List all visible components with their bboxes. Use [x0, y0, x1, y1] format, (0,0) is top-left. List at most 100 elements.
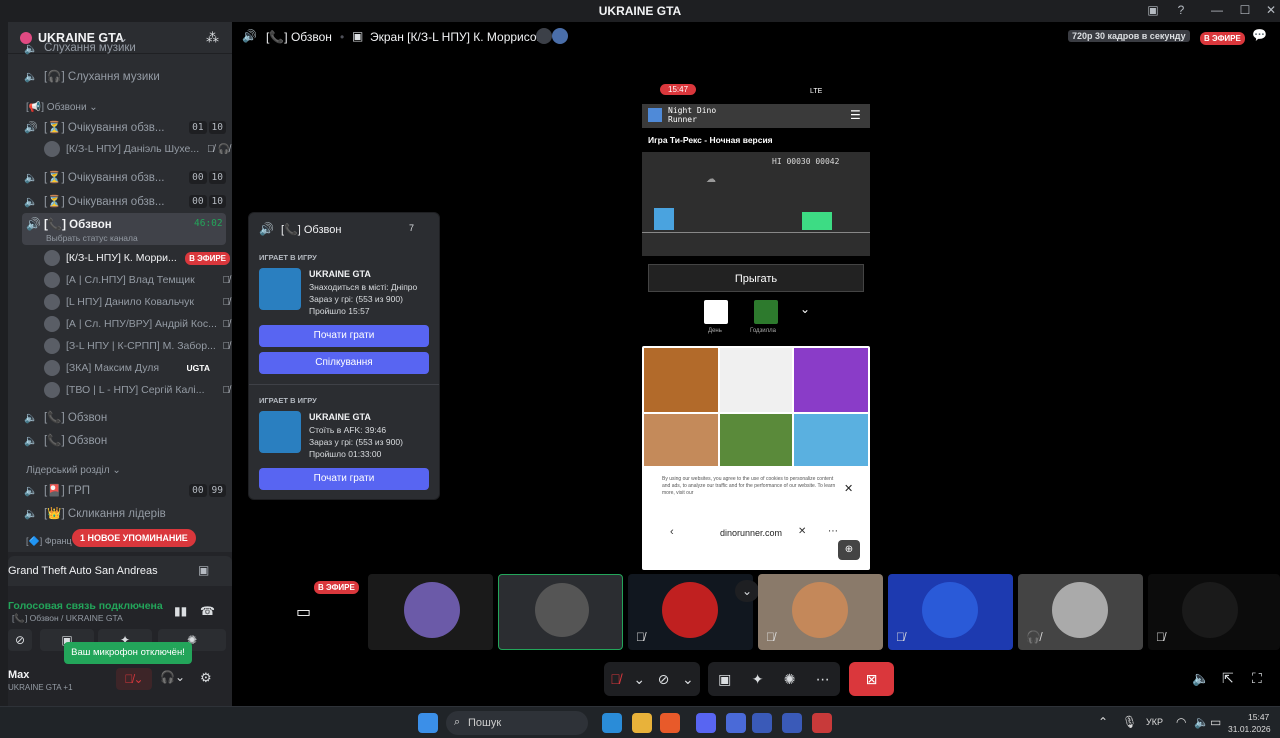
- channel-obzvon-2[interactable]: 🔈 [📞] Обзвон: [22, 406, 226, 428]
- channel-status[interactable]: Выбрать статус канала: [46, 233, 138, 243]
- play-button[interactable]: Почати грати: [259, 325, 429, 347]
- participant-tile[interactable]: 🎙̸: [758, 574, 883, 650]
- settings-icon[interactable]: ⚙: [200, 670, 212, 686]
- topbar-screen[interactable]: Экран [К/З-L НПУ] К. Моррисон: [370, 30, 543, 44]
- channel-obzvon-3[interactable]: 🔈 [📞] Обзвон: [22, 429, 226, 451]
- camera-off-button[interactable]: ⊘: [8, 629, 32, 651]
- folder-icon[interactable]: [632, 713, 652, 733]
- chat-icon[interactable]: 💬: [1252, 28, 1267, 42]
- jump-button[interactable]: Прыгать: [648, 264, 864, 292]
- clock[interactable]: 15:47: [1248, 712, 1269, 722]
- screen-share-button[interactable]: ▣: [718, 671, 731, 688]
- inbox-icon[interactable]: ▣: [1144, 3, 1162, 19]
- more-button[interactable]: ⋯: [816, 671, 830, 688]
- stop-stream-button[interactable]: ⊠: [849, 662, 894, 696]
- new-mention-pill[interactable]: 1 НОВОЕ УПОМИНАНИЕ: [72, 529, 196, 547]
- participant-tile[interactable]: 🎙̸: [628, 574, 753, 650]
- channel-waiting-3[interactable]: 🔈 [⏳] Очікування обзв... 00 10: [22, 190, 226, 212]
- close-tab-icon[interactable]: ✕: [798, 526, 806, 537]
- participant-tile[interactable]: 🎙̸: [888, 574, 1013, 650]
- category-leader[interactable]: Лідерський розділ ⌄: [26, 465, 121, 476]
- mic-toggle-button[interactable]: 🎙̸⌄: [116, 668, 152, 690]
- channel-cut-top[interactable]: 🔈 Слухання музики: [22, 42, 226, 55]
- participant-tile[interactable]: 🎙̸: [1148, 574, 1280, 650]
- voice-status[interactable]: Голосовая связь подключена: [8, 600, 163, 612]
- maximize-button[interactable]: ☐: [1236, 3, 1254, 19]
- game-thumb[interactable]: [644, 348, 718, 412]
- start-icon[interactable]: [418, 713, 438, 733]
- disconnect-icon[interactable]: ☎: [200, 604, 215, 618]
- voice-member[interactable]: [А | Сл. НПУ/ВРУ] Андрій Кос... 🎙̸: [44, 313, 230, 335]
- server-rail[interactable]: [0, 22, 8, 706]
- game-thumb[interactable]: [794, 414, 868, 466]
- search-box[interactable]: ⌕ Пошук: [446, 711, 588, 735]
- channel-leaders[interactable]: 🔈 [👑] Скликання лідерів: [22, 502, 226, 524]
- app-icon[interactable]: [752, 713, 772, 733]
- date[interactable]: 31.01.2026: [1228, 724, 1271, 734]
- chevron-down-icon[interactable]: ⌄: [682, 671, 694, 688]
- wifi-icon[interactable]: ◠: [1176, 715, 1186, 729]
- channel-music[interactable]: 🔈 [🎧] Слухання музики: [22, 65, 226, 87]
- discord-icon[interactable]: [726, 713, 746, 733]
- soundboard-button[interactable]: ✺: [784, 671, 796, 688]
- zoom-icon[interactable]: ⊕: [838, 540, 860, 560]
- username[interactable]: Max: [8, 669, 29, 681]
- signal-icon[interactable]: ▮▮: [174, 604, 187, 618]
- discord-icon[interactable]: [696, 713, 716, 733]
- battery-icon[interactable]: ▭: [1210, 715, 1221, 729]
- mic-icon[interactable]: 🎙: [1122, 715, 1137, 729]
- more-icon[interactable]: ⋯: [828, 526, 838, 537]
- fullscreen-icon[interactable]: ⛶: [1252, 670, 1262, 687]
- channel-waiting-1[interactable]: 🔊 [⏳] Очікування обзв... 01 10: [22, 116, 226, 138]
- close-button[interactable]: ✕: [1262, 3, 1280, 19]
- voice-member[interactable]: [L НПУ] Данило Ковальчук 🎙̸: [44, 291, 230, 313]
- close-icon[interactable]: ✕: [844, 482, 853, 495]
- mic-off-button[interactable]: 🎙̸: [610, 671, 621, 687]
- channel-active[interactable]: 🔊 [📞] Обзвон 46:02 Выбрать статус канала: [22, 213, 226, 245]
- channel-waiting-2[interactable]: 🔈 [⏳] Очікування обзв... 00 10: [22, 166, 226, 188]
- game-thumb[interactable]: [720, 348, 792, 412]
- participant-tile[interactable]: В ЭФИРЕ ▭: [240, 574, 365, 650]
- voice-member[interactable]: [ЗКА] Максим Дуля UGTA: [44, 357, 230, 379]
- chevron-down-icon[interactable]: ⌄: [633, 671, 645, 688]
- activities-button[interactable]: ✦: [752, 671, 764, 688]
- tray-chevron-icon[interactable]: ⌃: [1098, 715, 1108, 729]
- play-button[interactable]: Почати грати: [259, 468, 429, 490]
- app-icon[interactable]: [782, 713, 802, 733]
- channel-grp[interactable]: 🔈 [🎴] ГРП 00 99: [22, 479, 226, 501]
- edge-icon[interactable]: [602, 713, 622, 733]
- voice-user[interactable]: [К/З-L НПУ] Даніэль Шухе... 🎙̸ 🎧̸: [44, 138, 230, 160]
- voice-member[interactable]: [А | Сл.НПУ] Влад Темщик 🎙̸: [44, 269, 230, 291]
- game-canvas[interactable]: HI 00030 00042 ☁: [642, 152, 870, 256]
- camera-off-button[interactable]: ⊘: [658, 671, 670, 688]
- stream-icon[interactable]: ▣: [198, 563, 209, 577]
- back-icon[interactable]: ‹: [670, 526, 674, 538]
- voice-channel-link[interactable]: [📞] Обзвон / UKRAINE GTA: [12, 613, 123, 624]
- volume-icon[interactable]: 🔈: [1194, 715, 1209, 729]
- popout-icon[interactable]: ⇱: [1222, 670, 1234, 687]
- minimize-button[interactable]: —: [1208, 3, 1226, 19]
- menu-icon[interactable]: ☰: [850, 108, 861, 122]
- game-thumb[interactable]: [644, 414, 718, 466]
- collapse-tiles-icon[interactable]: ⌄: [735, 580, 759, 602]
- help-icon[interactable]: ?: [1172, 3, 1190, 19]
- category-obzvony[interactable]: [📢] Обзвони ⌄: [26, 102, 98, 113]
- headphones-icon[interactable]: 🎧⌄: [160, 670, 185, 684]
- screen-share-view[interactable]: 15:47 LTE Night Dino Runner ☰ Игра Ти-Ре…: [642, 80, 870, 570]
- url-bar[interactable]: dinorunner.com: [720, 528, 782, 538]
- day-mode-button[interactable]: [704, 300, 728, 324]
- participant-tile[interactable]: [498, 574, 623, 650]
- game-thumb[interactable]: [720, 414, 792, 466]
- topbar-channel[interactable]: [📞] Обзвон: [266, 30, 332, 44]
- game-thumb[interactable]: [794, 348, 868, 412]
- talk-button[interactable]: Спілкування: [259, 352, 429, 374]
- firefox-icon[interactable]: [660, 713, 680, 733]
- app-icon[interactable]: [812, 713, 832, 733]
- participant-tile[interactable]: 🎧̸: [1018, 574, 1143, 650]
- voice-member[interactable]: [З-L НПУ | К-СРПП] М. Забор... 🎙̸: [44, 335, 230, 357]
- volume-icon[interactable]: 🔈: [1192, 670, 1209, 687]
- participant-tile[interactable]: [368, 574, 493, 650]
- chevron-down-icon[interactable]: ⌄: [800, 302, 810, 316]
- voice-member[interactable]: [ТВО | L - НПУ] Сергій Калі... 🎙̸: [44, 379, 230, 401]
- language-indicator[interactable]: УКР: [1146, 717, 1163, 727]
